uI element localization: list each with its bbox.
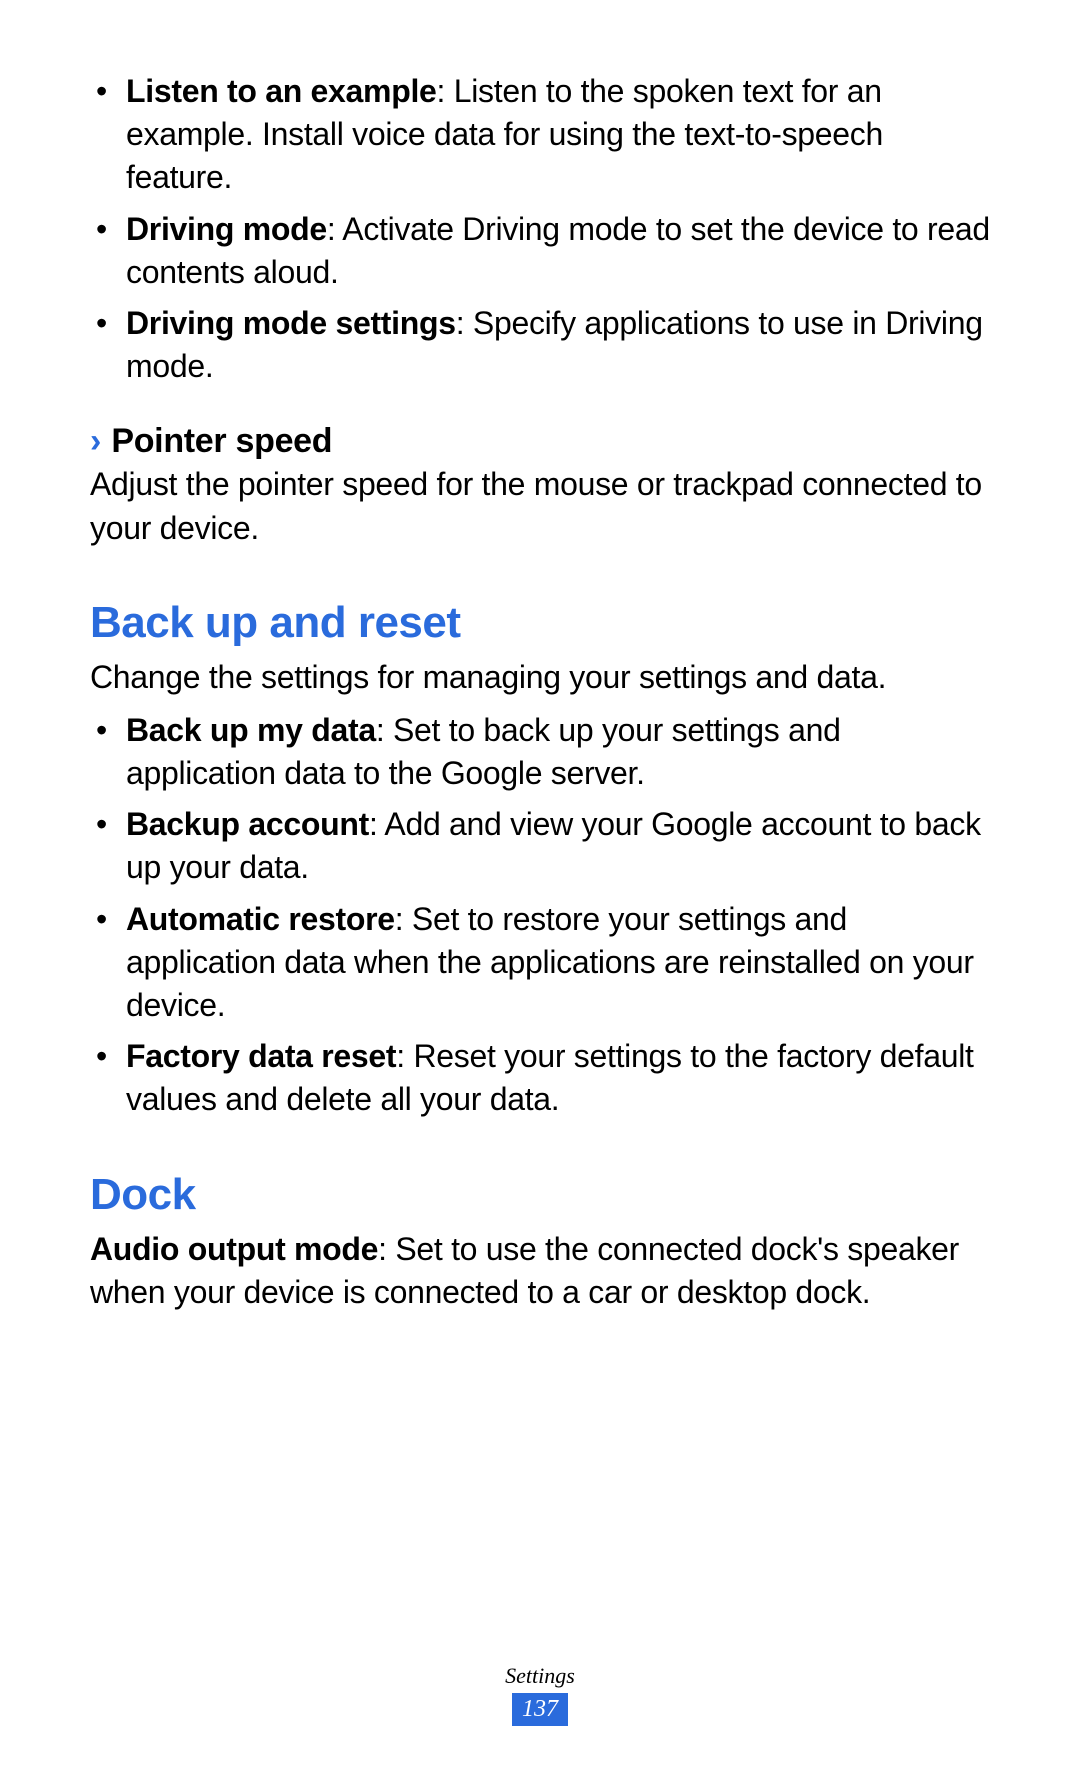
dock-body: Audio output mode: Set to use the connec…	[90, 1228, 990, 1314]
list-item: Automatic restore: Set to restore your s…	[90, 898, 990, 1028]
list-item: Backup account: Add and view your Google…	[90, 803, 990, 889]
dock-heading: Dock	[90, 1170, 990, 1220]
list-item: Driving mode settings: Specify applicati…	[90, 302, 990, 388]
dock-label: Audio output mode	[90, 1231, 378, 1267]
list-item: Factory data reset: Reset your settings …	[90, 1035, 990, 1121]
item-label: Backup account	[126, 806, 369, 842]
list-item: Listen to an example: Listen to the spok…	[90, 70, 990, 200]
item-label: Back up my data	[126, 712, 376, 748]
item-label: Driving mode settings	[126, 305, 456, 341]
backup-reset-bullet-list: Back up my data: Set to back up your set…	[90, 709, 990, 1122]
pointer-speed-heading-row: › Pointer speed	[90, 422, 990, 461]
manual-page: Listen to an example: Listen to the spok…	[0, 0, 1080, 1771]
list-item: Driving mode: Activate Driving mode to s…	[90, 208, 990, 294]
page-number: 137	[512, 1693, 568, 1726]
backup-reset-intro: Change the settings for managing your se…	[90, 656, 990, 699]
chevron-right-icon: ›	[90, 424, 101, 458]
footer-section-label: Settings	[0, 1663, 1080, 1689]
item-label: Listen to an example	[126, 73, 437, 109]
top-bullet-list: Listen to an example: Listen to the spok…	[90, 70, 990, 388]
list-item: Back up my data: Set to back up your set…	[90, 709, 990, 795]
item-label: Driving mode	[126, 211, 327, 247]
pointer-speed-heading: Pointer speed	[111, 422, 332, 461]
page-footer: Settings 137	[0, 1663, 1080, 1726]
pointer-speed-body: Adjust the pointer speed for the mouse o…	[90, 463, 990, 549]
item-label: Automatic restore	[126, 901, 395, 937]
backup-reset-heading: Back up and reset	[90, 598, 990, 648]
item-label: Factory data reset	[126, 1038, 396, 1074]
